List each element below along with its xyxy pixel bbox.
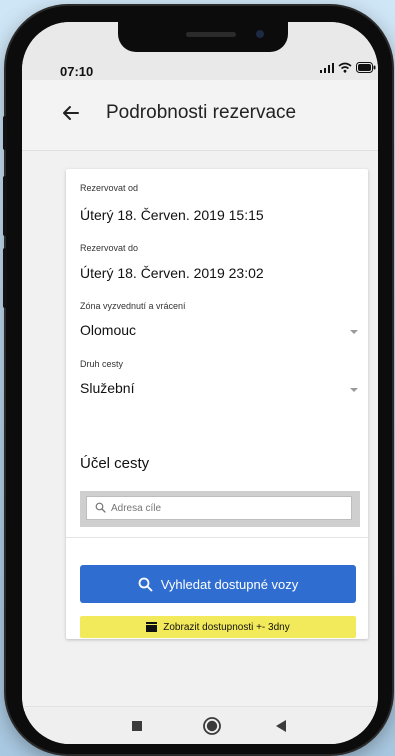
app-header: Podrobnosti rezervace — [22, 80, 378, 151]
volume-down-button — [3, 248, 7, 308]
zone-select[interactable]: Olomouc — [80, 319, 358, 343]
recent-apps-icon[interactable] — [132, 721, 142, 731]
search-icon — [138, 577, 153, 591]
search-icon — [95, 502, 106, 513]
from-label: Rezervovat od — [80, 183, 139, 193]
page-title: Podrobnosti rezervace — [106, 102, 297, 123]
from-value[interactable]: Úterý 18. Červen. 2019 15:15 — [80, 207, 264, 223]
status-bar: 07:10 — [22, 22, 378, 80]
android-nav-bar — [22, 706, 378, 744]
volume-up-button — [3, 176, 7, 236]
screen: 07:10 Podrobnosti rezervace Rezervovat o… — [22, 22, 378, 744]
trip-type-select[interactable]: Služební — [80, 377, 358, 401]
wifi-icon — [338, 62, 352, 73]
notch — [118, 22, 288, 52]
trip-type-label: Druh cesty — [80, 359, 124, 369]
search-cars-button[interactable]: Vyhledat dostupné vozy — [80, 565, 356, 603]
calendar-icon — [146, 622, 158, 632]
main-content: Rezervovat od Úterý 18. Červen. 2019 15:… — [22, 151, 378, 711]
zone-label: Zóna vyzvednutí a vrácení — [80, 301, 186, 311]
back-icon[interactable] — [276, 720, 286, 732]
availability-label: Zobrazit dostupnosti +- 3dny — [163, 621, 290, 633]
speaker — [186, 32, 236, 37]
availability-button[interactable]: Zobrazit dostupnosti +- 3dny — [80, 616, 356, 638]
phone-frame: 07:10 Podrobnosti rezervace Rezervovat o… — [3, 6, 392, 754]
search-cars-label: Vyhledat dostupné vozy — [160, 576, 299, 592]
chevron-down-icon — [350, 388, 358, 392]
destination-input[interactable] — [111, 499, 341, 517]
destination-search-container — [80, 491, 360, 527]
home-icon[interactable] — [202, 716, 222, 736]
arrow-left-icon[interactable] — [58, 100, 84, 126]
battery-icon — [356, 62, 376, 73]
trip-type-value: Služební — [80, 380, 135, 396]
chevron-down-icon — [350, 330, 358, 334]
reservation-card: Rezervovat od Úterý 18. Červen. 2019 15:… — [66, 169, 368, 639]
destination-search-box[interactable] — [86, 496, 352, 520]
status-icons — [320, 62, 376, 73]
to-label: Rezervovat do — [80, 243, 139, 253]
to-value[interactable]: Úterý 18. Červen. 2019 23:02 — [80, 265, 264, 281]
signal-icon — [320, 62, 334, 73]
zone-value: Olomouc — [80, 322, 137, 338]
purpose-title: Účel cesty — [80, 455, 150, 472]
front-camera — [256, 30, 264, 38]
mute-switch — [3, 116, 7, 150]
divider — [66, 537, 368, 538]
status-time: 07:10 — [60, 64, 94, 79]
